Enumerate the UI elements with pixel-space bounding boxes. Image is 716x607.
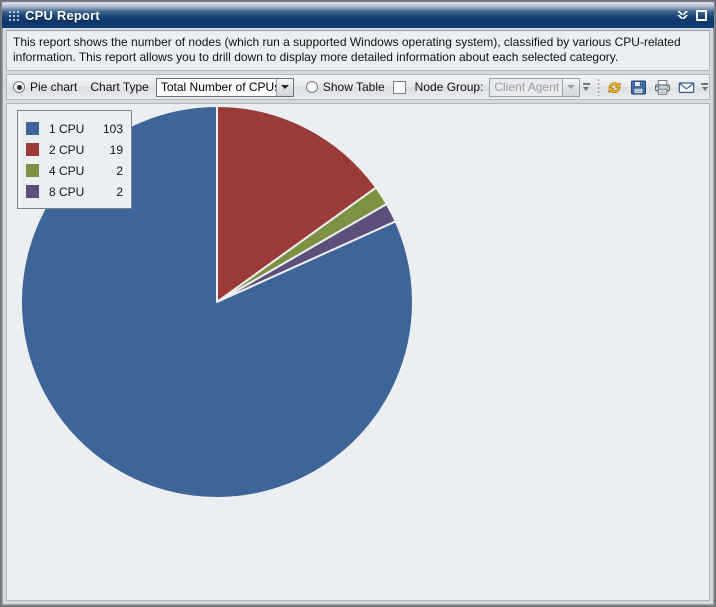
chart-legend: 1 CPU 103 2 CPU 19 4 CPU 2 8 CPU 2 bbox=[17, 110, 132, 209]
node-group-chevron-down-icon[interactable] bbox=[561, 78, 579, 96]
show-table-radio-group[interactable]: Show Table bbox=[305, 75, 385, 99]
show-table-label: Show Table bbox=[322, 80, 385, 94]
legend-item[interactable]: 8 CPU 2 bbox=[26, 181, 123, 202]
legend-swatch-8-cpu bbox=[26, 185, 39, 198]
legend-swatch-4-cpu bbox=[26, 164, 39, 177]
window-body: This report shows the number of nodes (w… bbox=[2, 28, 714, 605]
chart-type-value: Total Number of CPUs bbox=[160, 79, 276, 94]
show-table-radio[interactable] bbox=[305, 81, 318, 93]
chart-type-select[interactable]: Total Number of CPUs bbox=[155, 77, 294, 97]
legend-item[interactable]: 4 CPU 2 bbox=[26, 160, 123, 181]
toolbar-overflow-button-left[interactable] bbox=[582, 77, 591, 97]
grip-dots-icon bbox=[9, 9, 19, 22]
window-titlebar[interactable]: CPU Report bbox=[2, 2, 714, 28]
maximize-square-icon[interactable] bbox=[696, 10, 707, 21]
pie-chart-radio-group[interactable]: Pie chart bbox=[13, 75, 77, 99]
chart-type-chevron-down-icon[interactable] bbox=[275, 78, 293, 96]
legend-label-4-cpu: 4 CPU bbox=[49, 163, 85, 178]
email-icon[interactable] bbox=[676, 77, 696, 97]
legend-value-8-cpu: 2 bbox=[116, 184, 123, 199]
toolbar-action-icons bbox=[604, 77, 696, 97]
chart-type-label: Chart Type bbox=[90, 80, 149, 94]
legend-label-8-cpu: 8 CPU bbox=[49, 184, 85, 199]
pie-chart-panel: 1 CPU 103 2 CPU 19 4 CPU 2 8 CPU 2 bbox=[6, 103, 710, 601]
window-title: CPU Report bbox=[25, 8, 100, 23]
node-group-select[interactable]: Client Agent bbox=[489, 77, 580, 97]
node-group-value: Client Agent bbox=[494, 79, 560, 94]
toolbar-drag-handle[interactable] bbox=[596, 78, 601, 96]
legend-value-1-cpu: 103 bbox=[102, 121, 123, 136]
legend-swatch-2-cpu bbox=[26, 143, 39, 156]
legend-label-1-cpu: 1 CPU bbox=[49, 121, 85, 136]
toolbar-overflow-button-right[interactable] bbox=[700, 77, 709, 97]
refresh-icon[interactable] bbox=[604, 77, 624, 97]
cpu-report-window: CPU Report This report shows the number … bbox=[0, 0, 716, 607]
pie-chart-radio[interactable] bbox=[13, 81, 25, 93]
node-group-label: Node Group: bbox=[414, 80, 484, 94]
legend-value-2-cpu: 19 bbox=[109, 142, 123, 157]
legend-value-4-cpu: 2 bbox=[116, 163, 123, 178]
print-icon[interactable] bbox=[652, 77, 672, 97]
report-toolbar: Pie chart Chart Type Total Number of CPU… bbox=[6, 74, 710, 100]
window-controls bbox=[676, 9, 707, 22]
double-chevron-up-icon[interactable] bbox=[676, 9, 689, 22]
pie-chart-label: Pie chart bbox=[30, 80, 78, 94]
legend-item[interactable]: 2 CPU 19 bbox=[26, 139, 123, 160]
legend-item[interactable]: 1 CPU 103 bbox=[26, 118, 123, 139]
save-icon[interactable] bbox=[628, 77, 648, 97]
legend-swatch-1-cpu bbox=[26, 122, 39, 135]
show-table-checkbox[interactable] bbox=[392, 80, 406, 94]
report-description: This report shows the number of nodes (w… bbox=[6, 30, 710, 71]
legend-label-2-cpu: 2 CPU bbox=[49, 142, 85, 157]
